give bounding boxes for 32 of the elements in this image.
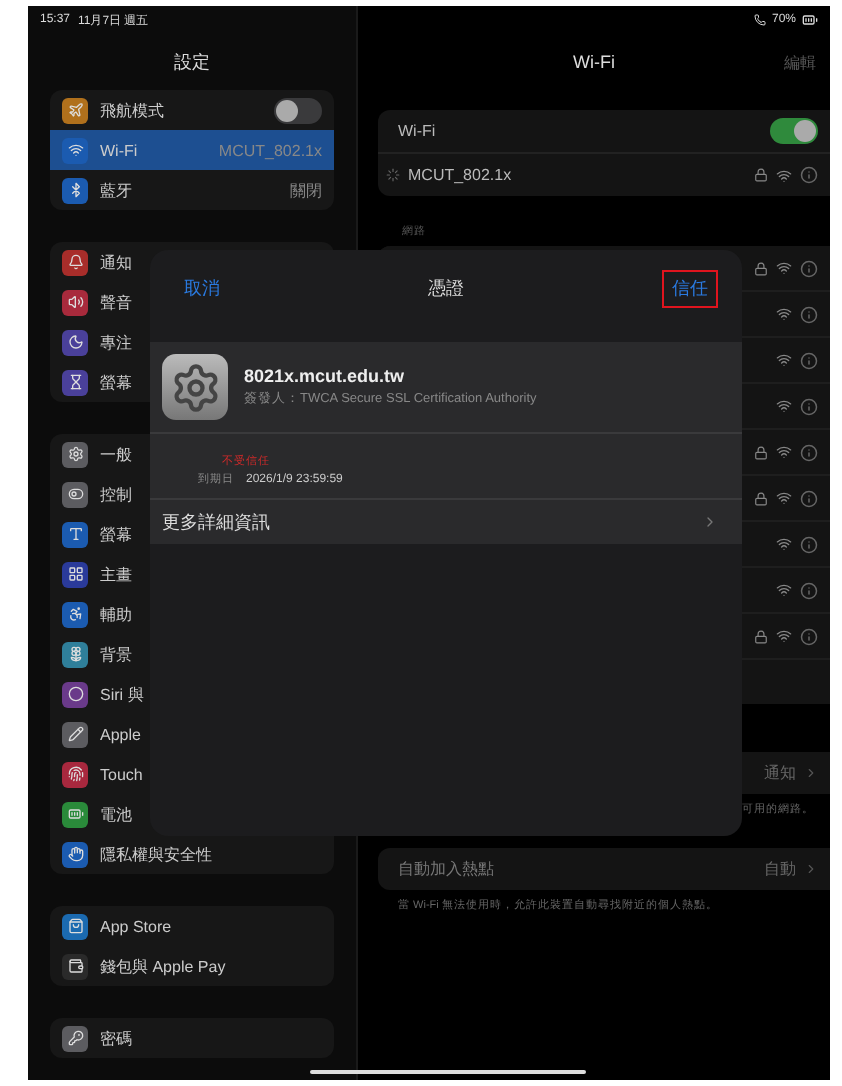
sidebar-label: Apple (100, 725, 141, 743)
sidebar-label: 輔助 (100, 603, 132, 625)
sidebar-label: 錢包與 Apple Pay (100, 955, 226, 977)
sidebar-label: 控制 (100, 483, 132, 505)
row-label: 自動加入熱點 (398, 858, 494, 880)
row-value: 通知 (764, 762, 796, 784)
sidebar-label: 電池 (100, 803, 132, 825)
sidebar-label: 密碼 (100, 1027, 132, 1049)
sidebar-label: Siri 與 (100, 683, 144, 705)
page-title: Wi-Fi (573, 52, 615, 72)
sidebar-label: 專注 (100, 331, 132, 353)
sidebar-label: 通知 (100, 251, 132, 273)
sidebar-label: 飛航模式 (100, 99, 164, 121)
sidebar-label: 螢幕 (100, 523, 132, 545)
wifi-label: Wi-Fi (398, 122, 436, 140)
sidebar-label: 隱私權與安全性 (100, 843, 212, 865)
dialog-title: 憑證 (428, 275, 464, 301)
sidebar-label: Wi-Fi (100, 141, 138, 159)
sidebar-title: 設定 (174, 49, 210, 75)
sidebar-label: 主畫 (100, 563, 132, 585)
sidebar-label: App Store (100, 917, 172, 935)
row-value: 自動 (764, 858, 796, 880)
network-name: MCUT_802.1x (408, 166, 512, 184)
sidebar-value: 關閉 (290, 179, 322, 201)
sidebar-label: 一般 (100, 443, 132, 465)
sidebar-label: 藍牙 (100, 179, 132, 201)
sidebar-label: 背景 (100, 643, 132, 665)
sidebar-label: 聲音 (100, 291, 132, 313)
sidebar-value: MCUT_802.1x (218, 141, 322, 159)
sidebar-label: Touch (100, 765, 143, 783)
certificate-name: 8021x.mcut.edu.tw (244, 366, 407, 386)
sidebar-label: 螢幕 (100, 371, 132, 393)
